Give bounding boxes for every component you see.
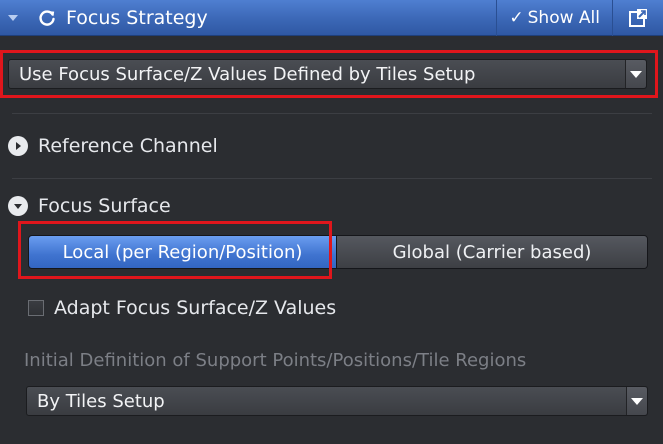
focus-surface-segmented-control: Local (per Region/Position) Global (Carr… (28, 235, 648, 269)
collapse-triangle-icon[interactable] (0, 0, 26, 36)
support-points-label: Initial Definition of Support Points/Pos… (24, 350, 527, 371)
expand-right-icon (8, 136, 28, 156)
adapt-focus-surface-label: Adapt Focus Surface/Z Values (54, 297, 337, 319)
focus-surface-expander[interactable]: Focus Surface (8, 195, 171, 217)
expand-down-icon (8, 196, 28, 216)
chevron-down-icon[interactable] (626, 387, 647, 415)
panel-title: Focus Strategy (66, 6, 208, 29)
reference-channel-expander[interactable]: Reference Channel (8, 135, 218, 157)
refresh-icon[interactable] (36, 7, 58, 29)
adapt-focus-surface-row[interactable]: Adapt Focus Surface/Z Values (28, 297, 336, 319)
global-option-button[interactable]: Global (Carrier based) (337, 236, 647, 268)
divider (12, 113, 652, 114)
show-all-label: Show All (527, 7, 600, 28)
support-points-select[interactable]: By Tiles Setup (26, 386, 648, 416)
show-all-button[interactable]: ✓ Show All (496, 0, 612, 36)
local-option-button[interactable]: Local (per Region/Position) (29, 236, 337, 268)
checkmark-icon: ✓ (509, 7, 524, 28)
reference-channel-label: Reference Channel (38, 135, 218, 157)
focus-strategy-value: Use Focus Surface/Z Values Defined by Ti… (19, 63, 476, 85)
panel-header: Focus Strategy ✓ Show All (0, 0, 663, 36)
focus-surface-label: Focus Surface (38, 195, 171, 217)
adapt-focus-surface-checkbox[interactable] (28, 300, 44, 316)
divider (12, 178, 652, 179)
support-points-value: By Tiles Setup (37, 390, 165, 412)
chevron-down-icon[interactable] (625, 60, 646, 88)
popout-icon[interactable] (612, 0, 663, 36)
focus-strategy-select[interactable]: Use Focus Surface/Z Values Defined by Ti… (8, 59, 647, 89)
